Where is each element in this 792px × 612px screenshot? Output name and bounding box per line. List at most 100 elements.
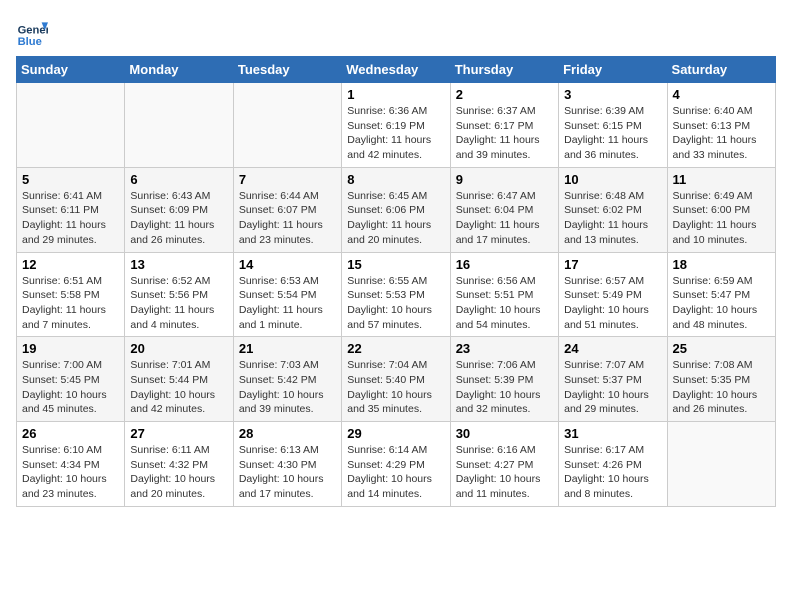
- calendar-cell: 22 Sunrise: 7:04 AM Sunset: 5:40 PM Dayli…: [342, 337, 450, 422]
- day-info: Sunrise: 6:11 AM Sunset: 4:32 PM Dayligh…: [130, 443, 227, 502]
- calendar-cell: 31 Sunrise: 6:17 AM Sunset: 4:26 PM Dayli…: [559, 422, 667, 507]
- day-number: 10: [564, 172, 661, 187]
- calendar-cell: [17, 83, 125, 168]
- day-number: 15: [347, 257, 444, 272]
- day-info: Sunrise: 6:45 AM Sunset: 6:06 PM Dayligh…: [347, 189, 444, 248]
- day-info: Sunrise: 7:07 AM Sunset: 5:37 PM Dayligh…: [564, 358, 661, 417]
- day-info: Sunrise: 6:48 AM Sunset: 6:02 PM Dayligh…: [564, 189, 661, 248]
- logo-icon: General Blue: [16, 16, 48, 48]
- calendar-cell: 4Sunrise: 6:40 AM Sunset: 6:13 PM Daylig…: [667, 83, 775, 168]
- day-number: 17: [564, 257, 661, 272]
- calendar-cell: 14Sunrise: 6:53 AM Sunset: 5:54 PM Dayli…: [233, 252, 341, 337]
- calendar-cell: 29Sunrise: 6:14 AM Sunset: 4:29 PM Dayli…: [342, 422, 450, 507]
- weekday-header: Friday: [559, 57, 667, 83]
- day-info: Sunrise: 6:13 AM Sunset: 4:30 PM Dayligh…: [239, 443, 336, 502]
- day-number: 1: [347, 87, 444, 102]
- calendar-cell: 27 Sunrise: 6:11 AM Sunset: 4:32 PM Dayli…: [125, 422, 233, 507]
- day-info: Sunrise: 7:03 AM Sunset: 5:42 PM Dayligh…: [239, 358, 336, 417]
- day-info: Sunrise: 6:55 AM Sunset: 5:53 PM Dayligh…: [347, 274, 444, 333]
- page-header: General Blue: [16, 16, 776, 48]
- day-number: 22: [347, 341, 444, 356]
- calendar-week-row: 12 Sunrise: 6:51 AM Sunset: 5:58 PM Dayli…: [17, 252, 776, 337]
- calendar-table: SundayMondayTuesdayWednesdayThursdayFrid…: [16, 56, 776, 507]
- calendar-cell: [233, 83, 341, 168]
- day-number: 6: [130, 172, 227, 187]
- calendar-week-row: 26Sunrise: 6:10 AM Sunset: 4:34 PM Dayli…: [17, 422, 776, 507]
- calendar-cell: 11 Sunrise: 6:49 AM Sunset: 6:00 PM Dayli…: [667, 167, 775, 252]
- calendar-cell: 5Sunrise: 6:41 AM Sunset: 6:11 PM Daylig…: [17, 167, 125, 252]
- day-info: Sunrise: 6:44 AM Sunset: 6:07 PM Dayligh…: [239, 189, 336, 248]
- calendar-cell: 8 Sunrise: 6:45 AM Sunset: 6:06 PM Daylig…: [342, 167, 450, 252]
- day-number: 28: [239, 426, 336, 441]
- logo: General Blue: [16, 16, 52, 48]
- day-info: Sunrise: 7:04 AM Sunset: 5:40 PM Dayligh…: [347, 358, 444, 417]
- day-info: Sunrise: 6:51 AM Sunset: 5:58 PM Dayligh…: [22, 274, 119, 333]
- weekday-header: Saturday: [667, 57, 775, 83]
- day-info: Sunrise: 7:00 AM Sunset: 5:45 PM Dayligh…: [22, 358, 119, 417]
- weekday-header: Monday: [125, 57, 233, 83]
- weekday-header: Tuesday: [233, 57, 341, 83]
- day-number: 12: [22, 257, 119, 272]
- weekday-header: Wednesday: [342, 57, 450, 83]
- calendar-cell: [125, 83, 233, 168]
- day-info: Sunrise: 6:14 AM Sunset: 4:29 PM Dayligh…: [347, 443, 444, 502]
- day-info: Sunrise: 6:37 AM Sunset: 6:17 PM Dayligh…: [456, 104, 553, 163]
- calendar-cell: [667, 422, 775, 507]
- day-info: Sunrise: 6:59 AM Sunset: 5:47 PM Dayligh…: [673, 274, 770, 333]
- day-number: 4: [673, 87, 770, 102]
- day-info: Sunrise: 7:08 AM Sunset: 5:35 PM Dayligh…: [673, 358, 770, 417]
- day-number: 31: [564, 426, 661, 441]
- day-number: 2: [456, 87, 553, 102]
- day-info: Sunrise: 7:01 AM Sunset: 5:44 PM Dayligh…: [130, 358, 227, 417]
- calendar-cell: 18 Sunrise: 6:59 AM Sunset: 5:47 PM Dayli…: [667, 252, 775, 337]
- day-number: 21: [239, 341, 336, 356]
- calendar-cell: 13Sunrise: 6:52 AM Sunset: 5:56 PM Dayli…: [125, 252, 233, 337]
- calendar-cell: 9 Sunrise: 6:47 AM Sunset: 6:04 PM Daylig…: [450, 167, 558, 252]
- day-info: Sunrise: 6:52 AM Sunset: 5:56 PM Dayligh…: [130, 274, 227, 333]
- day-info: Sunrise: 6:47 AM Sunset: 6:04 PM Dayligh…: [456, 189, 553, 248]
- calendar-cell: 21 Sunrise: 7:03 AM Sunset: 5:42 PM Dayli…: [233, 337, 341, 422]
- weekday-header: Sunday: [17, 57, 125, 83]
- calendar-cell: 19 Sunrise: 7:00 AM Sunset: 5:45 PM Dayli…: [17, 337, 125, 422]
- day-number: 11: [673, 172, 770, 187]
- calendar-cell: 16Sunrise: 6:56 AM Sunset: 5:51 PM Dayli…: [450, 252, 558, 337]
- svg-text:Blue: Blue: [18, 36, 42, 48]
- calendar-header-row: SundayMondayTuesdayWednesdayThursdayFrid…: [17, 57, 776, 83]
- calendar-cell: 24Sunrise: 7:07 AM Sunset: 5:37 PM Dayli…: [559, 337, 667, 422]
- day-info: Sunrise: 6:10 AM Sunset: 4:34 PM Dayligh…: [22, 443, 119, 502]
- calendar-cell: 17 Sunrise: 6:57 AM Sunset: 5:49 PM Dayli…: [559, 252, 667, 337]
- day-info: Sunrise: 6:49 AM Sunset: 6:00 PM Dayligh…: [673, 189, 770, 248]
- day-number: 9: [456, 172, 553, 187]
- day-info: Sunrise: 6:36 AM Sunset: 6:19 PM Dayligh…: [347, 104, 444, 163]
- day-number: 20: [130, 341, 227, 356]
- day-info: Sunrise: 6:57 AM Sunset: 5:49 PM Dayligh…: [564, 274, 661, 333]
- day-number: 27: [130, 426, 227, 441]
- calendar-week-row: 1 Sunrise: 6:36 AM Sunset: 6:19 PM Daylig…: [17, 83, 776, 168]
- day-number: 19: [22, 341, 119, 356]
- day-number: 23: [456, 341, 553, 356]
- calendar-cell: 15 Sunrise: 6:55 AM Sunset: 5:53 PM Dayli…: [342, 252, 450, 337]
- calendar-cell: 25 Sunrise: 7:08 AM Sunset: 5:35 PM Dayli…: [667, 337, 775, 422]
- day-info: Sunrise: 6:56 AM Sunset: 5:51 PM Dayligh…: [456, 274, 553, 333]
- day-info: Sunrise: 6:43 AM Sunset: 6:09 PM Dayligh…: [130, 189, 227, 248]
- calendar-cell: 23Sunrise: 7:06 AM Sunset: 5:39 PM Dayli…: [450, 337, 558, 422]
- calendar-week-row: 19 Sunrise: 7:00 AM Sunset: 5:45 PM Dayli…: [17, 337, 776, 422]
- calendar-cell: 1 Sunrise: 6:36 AM Sunset: 6:19 PM Daylig…: [342, 83, 450, 168]
- day-number: 8: [347, 172, 444, 187]
- calendar-week-row: 5Sunrise: 6:41 AM Sunset: 6:11 PM Daylig…: [17, 167, 776, 252]
- day-info: Sunrise: 6:53 AM Sunset: 5:54 PM Dayligh…: [239, 274, 336, 333]
- day-number: 5: [22, 172, 119, 187]
- day-number: 7: [239, 172, 336, 187]
- calendar-cell: 7 Sunrise: 6:44 AM Sunset: 6:07 PM Daylig…: [233, 167, 341, 252]
- calendar-cell: 28 Sunrise: 6:13 AM Sunset: 4:30 PM Dayli…: [233, 422, 341, 507]
- calendar-cell: 10 Sunrise: 6:48 AM Sunset: 6:02 PM Dayli…: [559, 167, 667, 252]
- calendar-cell: 12 Sunrise: 6:51 AM Sunset: 5:58 PM Dayli…: [17, 252, 125, 337]
- day-info: Sunrise: 6:17 AM Sunset: 4:26 PM Dayligh…: [564, 443, 661, 502]
- day-info: Sunrise: 6:16 AM Sunset: 4:27 PM Dayligh…: [456, 443, 553, 502]
- day-number: 18: [673, 257, 770, 272]
- calendar-cell: 3Sunrise: 6:39 AM Sunset: 6:15 PM Daylig…: [559, 83, 667, 168]
- day-number: 3: [564, 87, 661, 102]
- weekday-header: Thursday: [450, 57, 558, 83]
- day-number: 25: [673, 341, 770, 356]
- calendar-cell: 6 Sunrise: 6:43 AM Sunset: 6:09 PM Daylig…: [125, 167, 233, 252]
